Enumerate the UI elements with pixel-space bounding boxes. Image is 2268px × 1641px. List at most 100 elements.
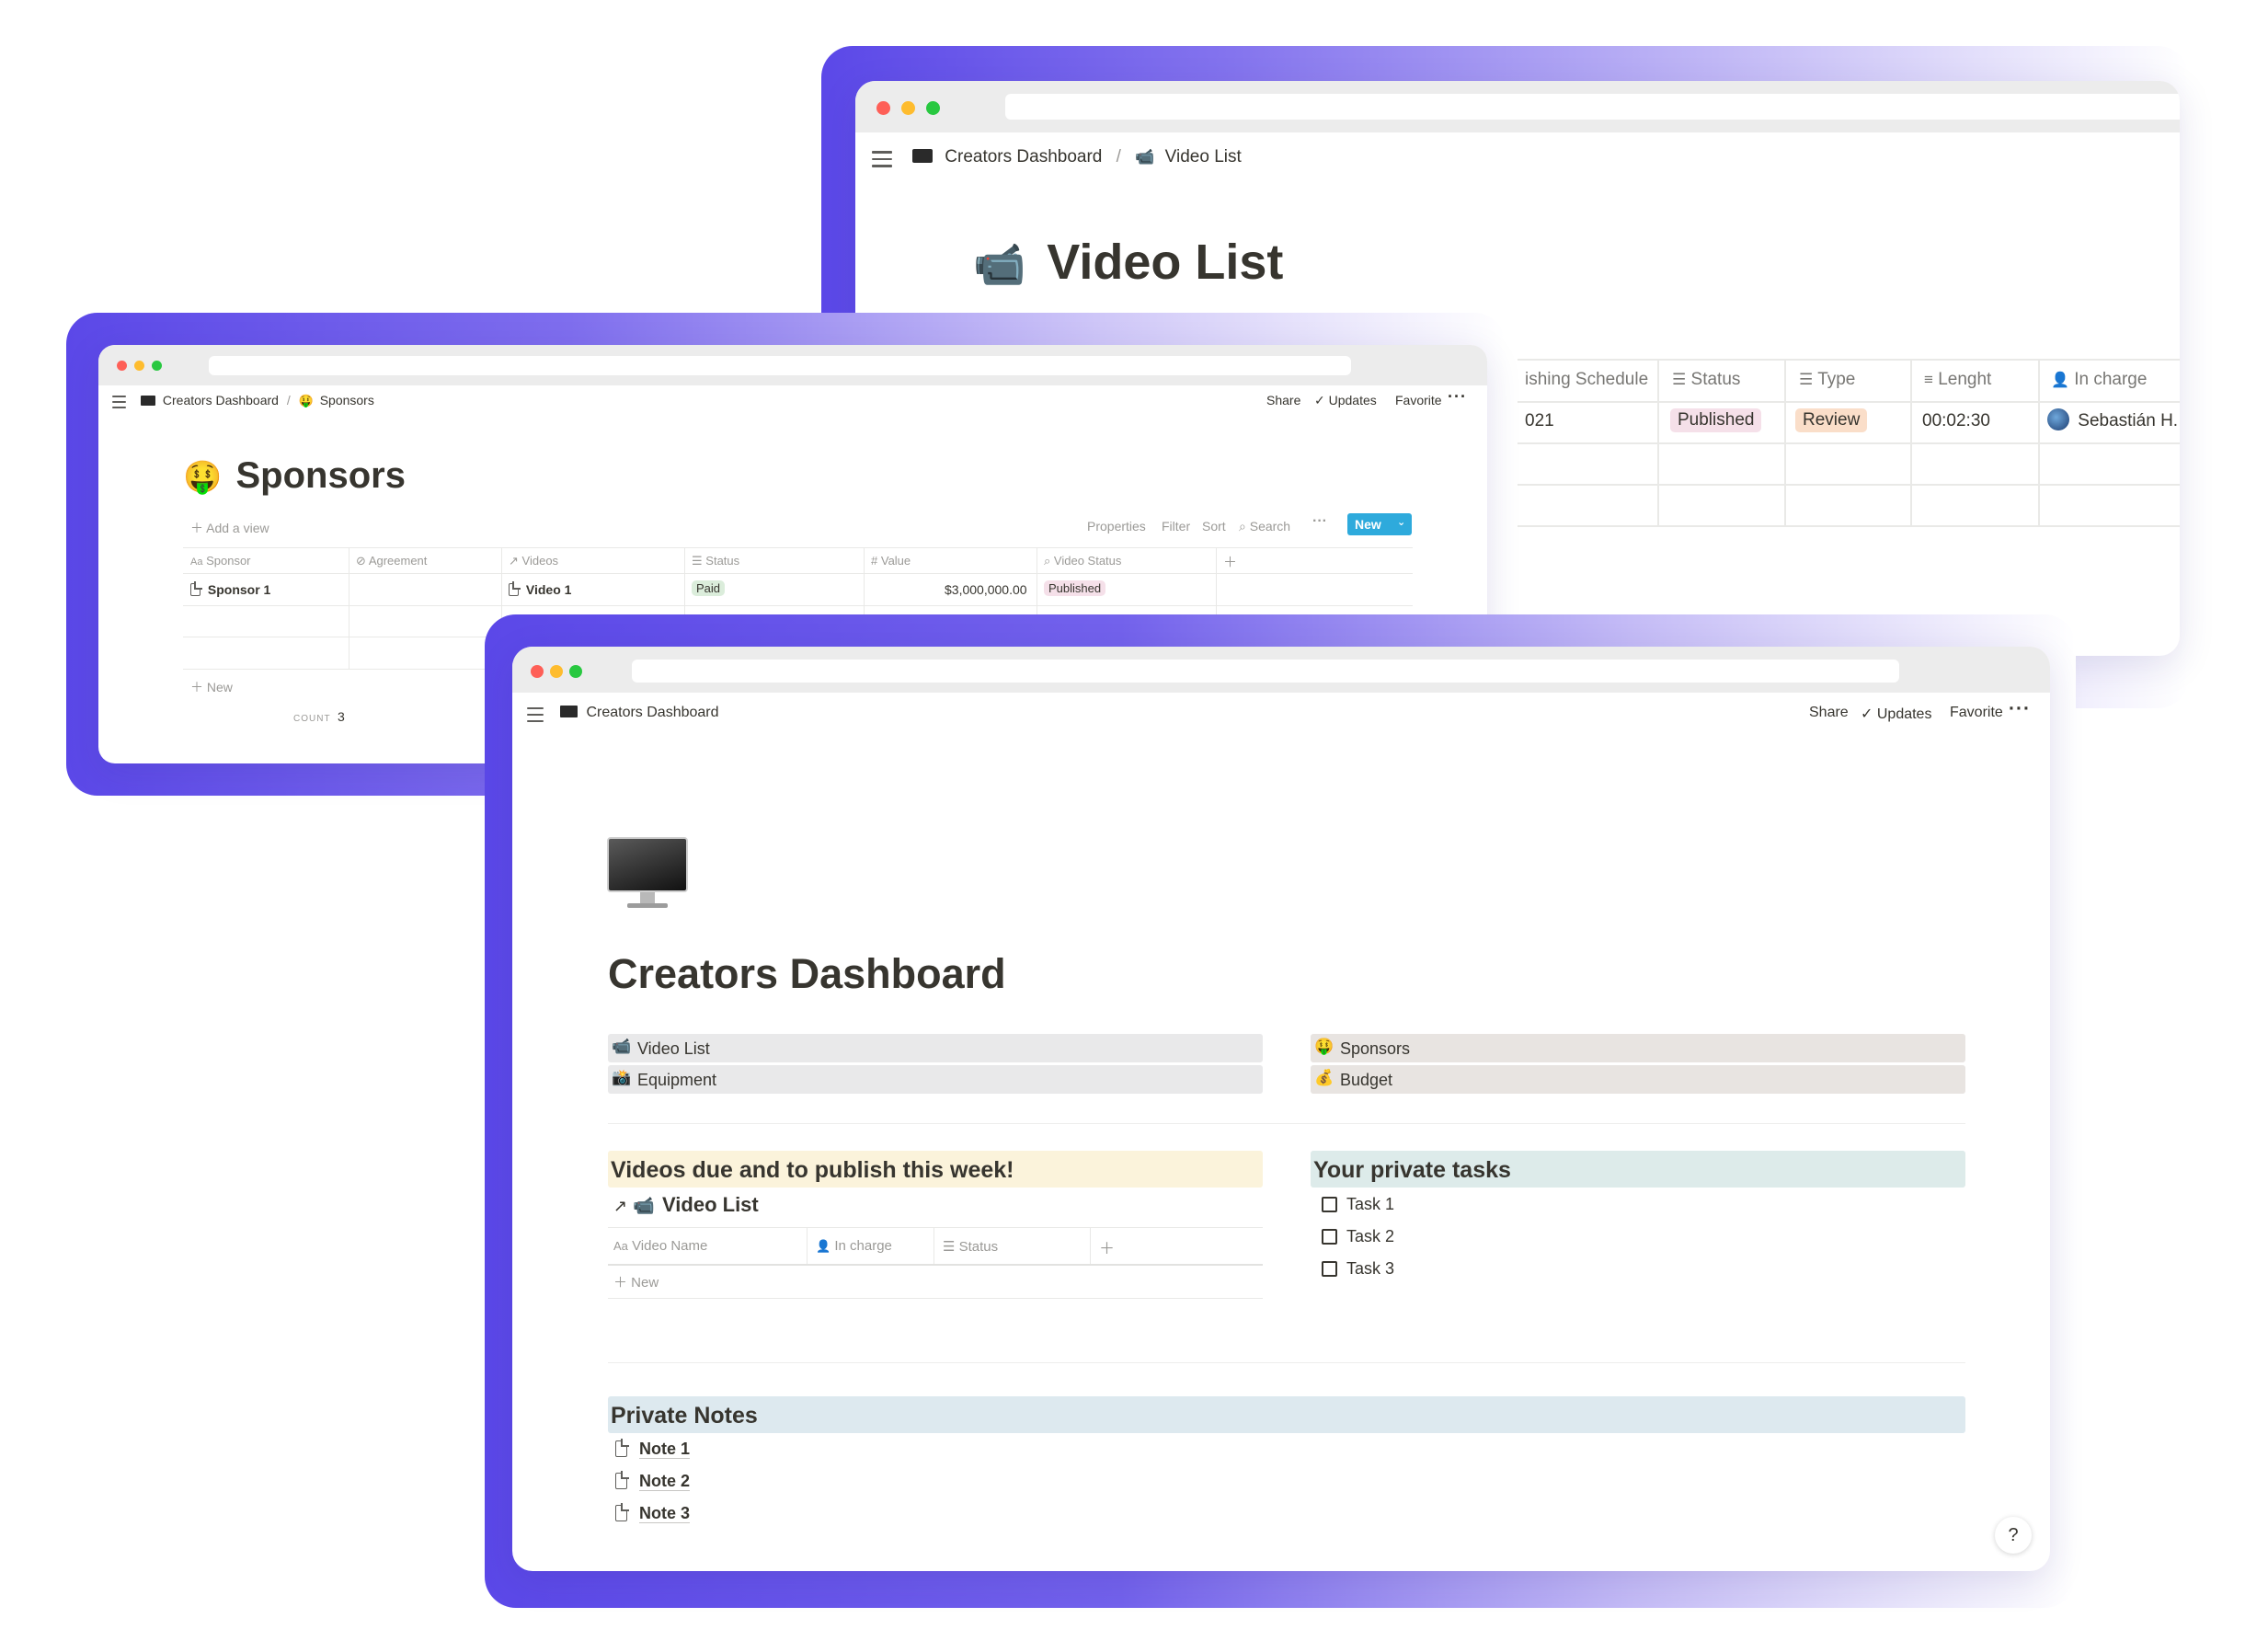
column-header-agreement[interactable]: ⊘ Agreement [356,554,427,568]
minimize-dot-icon[interactable] [550,665,563,678]
maximize-dot-icon[interactable] [152,361,162,371]
note-link[interactable]: Note 2 [615,1471,691,1491]
note-link[interactable]: Note 3 [615,1503,691,1523]
cell-value[interactable]: $3,000,000.00 [945,582,1027,597]
task-item[interactable]: Task 3 [1346,1259,1394,1279]
share-button[interactable]: Share [1809,705,1849,721]
note-link[interactable]: Note 1 [615,1439,691,1459]
cell-status[interactable]: Paid [692,580,726,596]
more-options-icon[interactable]: ··· [2009,698,2031,720]
task-item[interactable]: Task 1 [1346,1195,1394,1214]
money-mouth-face-icon: 🤑 [1314,1038,1334,1055]
address-bar[interactable] [632,660,1899,683]
properties-button[interactable]: Properties [1087,519,1146,534]
column-header-in-charge[interactable]: 👤 In charge [816,1238,892,1254]
search-icon: ⌕ [1044,554,1051,568]
cell-schedule[interactable]: 021 [1525,411,1554,431]
address-bar[interactable] [1005,94,2180,120]
new-button[interactable]: New ⌄ [1347,513,1412,535]
share-button[interactable]: Share [1266,393,1300,407]
cell-type[interactable]: Review [1795,408,1868,432]
updates-button[interactable]: ✓ Updates [1861,705,1931,723]
divider [608,1123,1965,1124]
close-dot-icon[interactable] [876,101,890,115]
text-type-icon: Aa [190,557,203,568]
check-icon: ✓ [1861,706,1873,722]
minimize-dot-icon[interactable] [134,361,144,371]
favorite-button[interactable]: Favorite [1395,393,1442,407]
document-icon [615,1471,629,1489]
link-row-video-list[interactable]: 📹 Video List [608,1034,1263,1062]
cell-in-charge[interactable]: Sebastián H. [2047,408,2178,431]
column-header-status[interactable]: ☰ Status [1672,370,1740,390]
search-button[interactable]: ⌕ Search [1239,519,1290,534]
breadcrumb-item[interactable]: Sponsors [320,393,374,407]
more-options-icon[interactable]: ··· [1448,387,1467,407]
add-view-button[interactable]: ＋ Add a view [190,519,269,537]
money-mouth-face-icon: 🤑 [183,460,223,495]
breadcrumb-item[interactable]: Creators Dashboard [945,147,1102,166]
favorite-button[interactable]: Favorite [1950,705,2003,721]
task-checkbox[interactable] [1322,1197,1337,1212]
column-header-sponsor[interactable]: Aa Sponsor [190,554,251,568]
link-row-sponsors[interactable]: 🤑 Sponsors [1311,1034,1965,1062]
column-divider [807,1227,808,1264]
linked-database-title[interactable]: ↗ 📹 Video List [613,1193,759,1217]
column-header-publishing-schedule[interactable]: ishing Schedule [1525,370,1648,390]
cell-sponsor[interactable]: Sponsor 1 [190,581,270,597]
maximize-dot-icon[interactable] [926,101,940,115]
menu-icon[interactable] [112,396,126,408]
add-column-icon[interactable]: ＋ [1099,1235,1115,1258]
link-row-budget[interactable]: 💰 Budget [1311,1065,1965,1094]
column-header-status[interactable]: ☰ Status [943,1238,998,1255]
text-icon: ≡ [1924,371,1933,388]
breadcrumb-item[interactable]: Creators Dashboard [586,705,718,720]
column-header-videos[interactable]: ↗ Videos [509,554,558,568]
money-bag-icon: 💰 [1314,1069,1334,1086]
column-header-in-charge[interactable]: 👤 In charge [2051,370,2147,390]
filter-button[interactable]: Filter [1162,519,1190,534]
due-heading: Videos due and to publish this week! [608,1151,1263,1188]
link-row-equipment[interactable]: 📸 Equipment [608,1065,1263,1094]
column-header-video-status[interactable]: ⌕ Video Status [1044,554,1121,568]
new-row-button[interactable]: ＋ New [613,1272,659,1291]
desktop-computer-icon [607,837,688,911]
link-arrow-icon: ↗ [613,1197,628,1215]
camera-flash-icon: 📸 [612,1069,632,1086]
document-icon [190,581,202,596]
breadcrumb-item[interactable]: Creators Dashboard [163,393,279,407]
menu-icon[interactable] [527,707,544,722]
task-checkbox[interactable] [1322,1261,1337,1277]
column-header-video-name[interactable]: Aa Video Name [613,1238,707,1254]
cell-length[interactable]: 00:02:30 [1922,411,1990,431]
breadcrumb-separator: / [286,393,291,407]
breadcrumb-item[interactable]: Video List [1165,147,1242,166]
check-icon: ✓ [1314,393,1325,407]
updates-button[interactable]: ✓ Updates [1314,393,1377,408]
sort-button[interactable]: Sort [1202,519,1226,534]
desktop-computer-icon [560,706,578,717]
minimize-dot-icon[interactable] [901,101,915,115]
table-border [183,547,1413,548]
cell-status[interactable]: Published [1670,408,1762,432]
list-icon: ☰ [943,1239,956,1255]
close-dot-icon[interactable] [531,665,544,678]
maximize-dot-icon[interactable] [569,665,582,678]
column-header-length[interactable]: ≡ Lenght [1924,370,1991,390]
add-column-icon[interactable]: ＋ [1223,552,1237,571]
column-header-value[interactable]: # Value [871,554,911,568]
document-icon [509,581,521,596]
menu-icon[interactable] [872,151,892,167]
count-summary: COUNT 3 [293,709,345,724]
cell-video[interactable]: Video 1 [509,581,571,597]
task-checkbox[interactable] [1322,1229,1337,1245]
column-header-type[interactable]: ☰ Type [1799,370,1855,390]
more-options-icon[interactable]: ··· [1312,513,1327,530]
help-button[interactable]: ? [1995,1517,2032,1554]
task-item[interactable]: Task 2 [1346,1227,1394,1246]
close-dot-icon[interactable] [117,361,127,371]
cell-video-status[interactable]: Published [1044,580,1106,596]
column-header-status[interactable]: ☰ Status [692,554,739,568]
new-row-button[interactable]: ＋ New [190,678,233,696]
address-bar[interactable] [209,356,1351,375]
